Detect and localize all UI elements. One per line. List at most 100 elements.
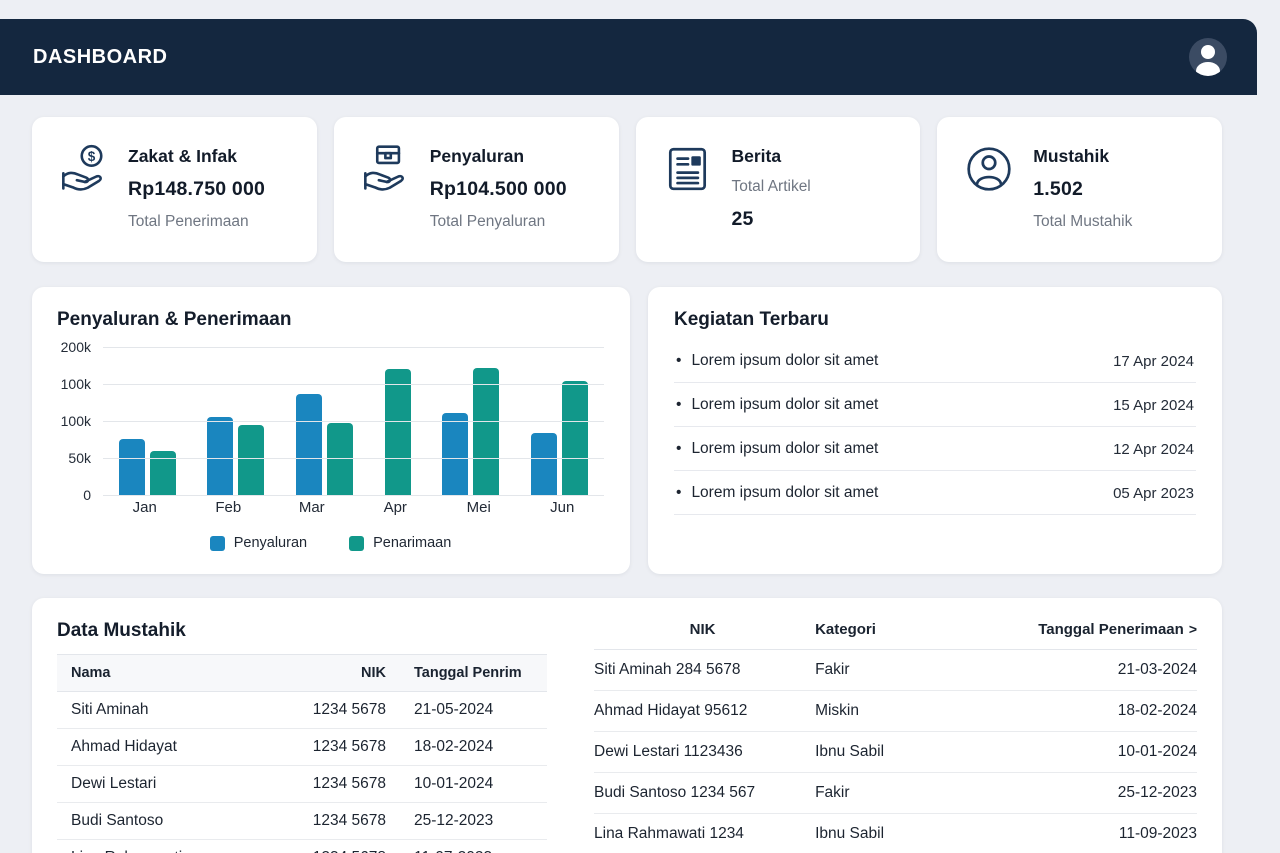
stat-subtitle: Total Mustahik xyxy=(1033,213,1132,231)
column-header-kategori: Kategori xyxy=(811,612,992,650)
bar-penarimaan-mar xyxy=(327,423,353,495)
table-cell: 1234 5678 xyxy=(273,803,400,840)
stat-card-berita: Berita Total Artikel 25 xyxy=(636,117,921,262)
activity-text: Lorem ipsum dolor sit amet xyxy=(676,440,878,458)
stat-value: Rp148.750 000 xyxy=(128,178,265,201)
legend-label: Penarimaan xyxy=(373,535,451,551)
penerimaan-table-block: NIK Kategori Tanggal Penerimaan> Siti Am… xyxy=(594,612,1197,853)
activity-item: Lorem ipsum dolor sit amet05 Apr 2023 xyxy=(674,471,1196,515)
data-card: Data Mustahik Nama NIK Tanggal Penrim Si… xyxy=(32,598,1222,853)
activity-item: Lorem ipsum dolor sit amet15 Apr 2024 xyxy=(674,383,1196,427)
table-cell: Lina Rahmawati xyxy=(57,840,273,853)
activity-text: Lorem ipsum dolor sit amet xyxy=(676,352,878,370)
table-cell: 10-01-2024 xyxy=(992,732,1197,773)
dashboard-content: $ Zakat & Infak Rp148.750 000 Total Pene… xyxy=(32,117,1222,853)
bar-penarimaan-mei xyxy=(473,368,499,495)
hand-coin-icon: $ xyxy=(59,142,111,262)
table-row: Dewi Lestari 1123436Ibnu Sabil10-01-2024 xyxy=(594,732,1197,773)
legend-item: Penyaluran xyxy=(210,535,307,551)
bar-penyaluran-mar xyxy=(296,394,322,495)
table-cell: Fakir xyxy=(811,773,992,814)
activity-text: Lorem ipsum dolor sit amet xyxy=(676,484,878,502)
table-cell: Ibnu Sabil xyxy=(811,732,992,773)
column-header-tanggal-sort[interactable]: Tanggal Penerimaan> xyxy=(992,612,1197,650)
bar-penyaluran-jan xyxy=(119,439,145,495)
gridline xyxy=(103,384,604,385)
x-tick-label: Mar xyxy=(282,499,342,516)
table-cell: 18-02-2024 xyxy=(992,691,1197,732)
stat-card-penyaluran: Penyaluran Rp104.500 000 Total Penyalura… xyxy=(334,117,619,262)
table-cell: 21-05-2024 xyxy=(400,692,547,729)
stat-title: Zakat & Infak xyxy=(128,142,265,167)
table-cell: Dewi Lestari xyxy=(57,766,273,803)
bar-penyaluran-feb xyxy=(207,417,233,495)
table-cell: 11-07-2023 xyxy=(400,840,547,853)
bar-penyaluran-jun xyxy=(531,433,557,495)
chevron-right-icon: > xyxy=(1189,621,1197,637)
table-cell: Miskin xyxy=(811,691,992,732)
activity-item: Lorem ipsum dolor sit amet 17 Apr 2024 xyxy=(674,339,1196,383)
activity-list: Lorem ipsum dolor sit amet17 Apr 2024Lor… xyxy=(674,339,1196,515)
column-header-nik: NIK xyxy=(594,612,811,650)
gridline xyxy=(103,458,604,459)
newspaper-icon xyxy=(663,142,715,262)
table-cell: 1234 5678 xyxy=(273,692,400,729)
table-cell: Budi Santoso xyxy=(57,803,273,840)
stat-title: Berita xyxy=(732,142,811,167)
bar-chart: 200k100k100k50k0 JanFebMarAprMeiJun xyxy=(57,347,604,495)
legend-label: Penyaluran xyxy=(234,535,307,551)
table-cell: 1234 5678 xyxy=(273,729,400,766)
gridline xyxy=(103,347,604,348)
table-cell: Budi Santoso 1234 567 xyxy=(594,773,811,814)
stat-value: 1.502 xyxy=(1033,178,1132,201)
legend-item: Penarimaan xyxy=(349,535,451,551)
mustahik-table: Nama NIK Tanggal Penrim Siti Aminah1234 … xyxy=(57,654,547,853)
table-cell: 10-01-2024 xyxy=(400,766,547,803)
stat-card-zakat: $ Zakat & Infak Rp148.750 000 Total Pene… xyxy=(32,117,317,262)
table-row: Budi Santoso 1234 567Fakir25-12-2023 xyxy=(594,773,1197,814)
x-tick-label: Feb xyxy=(198,499,258,516)
legend-swatch xyxy=(210,536,225,551)
table-cell: Dewi Lestari 1123436 xyxy=(594,732,811,773)
legend-swatch xyxy=(349,536,364,551)
chart-plot xyxy=(103,347,604,495)
table-row: Ahmad Hidayat 95612Miskin18-02-2024 xyxy=(594,691,1197,732)
table-row: Lina Rahmawati 1234Ibnu Sabil11-09-2023 xyxy=(594,814,1197,853)
x-tick-label: Jan xyxy=(115,499,175,516)
table-cell: Siti Aminah xyxy=(57,692,273,729)
page-title: DASHBOARD xyxy=(33,46,168,69)
table-cell: Ahmad Hidayat xyxy=(57,729,273,766)
chart-title: Penyaluran & Penerimaan xyxy=(57,309,604,331)
table-cell: 1234 5678 xyxy=(273,766,400,803)
y-tick-label: 200k xyxy=(61,339,91,355)
stat-title: Penyaluran xyxy=(430,142,567,167)
y-tick-label: 100k xyxy=(61,376,91,392)
y-tick-label: 50k xyxy=(68,450,91,466)
bar-penarimaan-feb xyxy=(238,425,264,495)
activity-date: 17 Apr 2024 xyxy=(1113,353,1194,370)
column-header-tanggal: Tanggal Penrim xyxy=(400,655,547,692)
mustahik-table-block: Data Mustahik Nama NIK Tanggal Penrim Si… xyxy=(57,612,547,853)
stat-card-mustahik: Mustahik 1.502 Total Mustahik xyxy=(937,117,1222,262)
table-cell: Ibnu Sabil xyxy=(811,814,992,853)
table-cell: 25-12-2023 xyxy=(992,773,1197,814)
y-tick-label: 0 xyxy=(83,487,91,503)
gridline xyxy=(103,495,604,496)
x-tick-label: Mei xyxy=(449,499,509,516)
stat-subtitle: Total Penyaluran xyxy=(430,213,567,231)
user-avatar-button[interactable] xyxy=(1189,38,1227,76)
bar-penarimaan-apr xyxy=(385,369,411,495)
chart-card: Penyaluran & Penerimaan 200k100k100k50k0… xyxy=(32,287,630,574)
table-cell: 1234 5678 xyxy=(273,840,400,853)
penerimaan-table: NIK Kategori Tanggal Penerimaan> Siti Am… xyxy=(594,612,1197,853)
activity-date: 12 Apr 2024 xyxy=(1113,441,1194,458)
hand-box-icon xyxy=(361,142,413,262)
svg-text:$: $ xyxy=(88,149,96,164)
bar-penyaluran-mei xyxy=(442,413,468,495)
stats-row: $ Zakat & Infak Rp148.750 000 Total Pene… xyxy=(32,117,1222,262)
user-circle-icon xyxy=(964,142,1016,262)
x-axis: JanFebMarAprMeiJun xyxy=(103,499,604,516)
table-row: Dewi Lestari1234 567810-01-2024 xyxy=(57,766,547,803)
stat-title: Mustahik xyxy=(1033,142,1132,167)
table-cell: Fakir xyxy=(811,650,992,691)
